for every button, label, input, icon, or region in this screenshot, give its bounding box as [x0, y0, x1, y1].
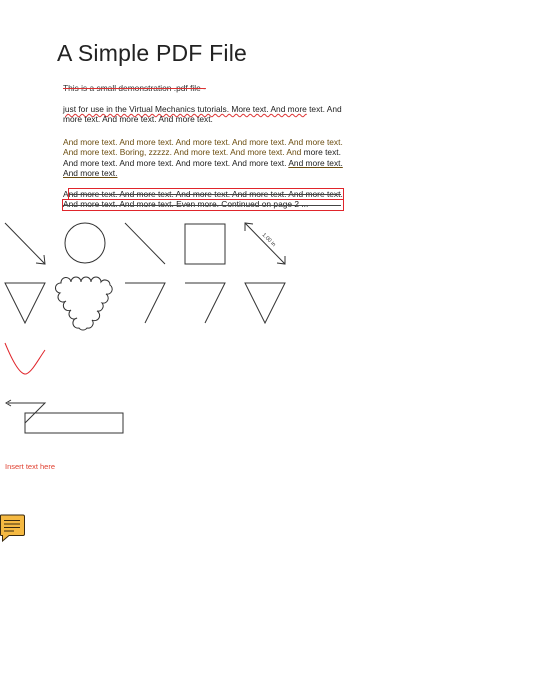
free-text-annotation[interactable]: Insert text here — [5, 462, 55, 471]
drawing-annotations: 1.00 in — [4, 222, 286, 434]
circle-annotation[interactable] — [64, 222, 106, 264]
pdf-page: A Simple PDF File This is a small demons… — [0, 0, 540, 699]
comment-note-icon[interactable] — [0, 514, 26, 544]
square-shape-annotation[interactable] — [184, 223, 226, 265]
dimension-label: 1.00 in — [261, 232, 277, 248]
dimension-line-annotation[interactable] — [244, 222, 286, 265]
arrow-line-annotation[interactable] — [4, 222, 46, 265]
polygon-annotation[interactable] — [244, 282, 286, 325]
line-annotation[interactable] — [124, 222, 166, 265]
ink-annotation[interactable] — [4, 342, 46, 375]
polyline-annotation-1[interactable] — [125, 282, 166, 324]
triangle-annotation[interactable] — [4, 282, 46, 325]
polyline-annotation-2[interactable] — [185, 282, 226, 324]
callout-annotation[interactable] — [5, 399, 124, 434]
cloud-annotation[interactable] — [54, 276, 113, 331]
